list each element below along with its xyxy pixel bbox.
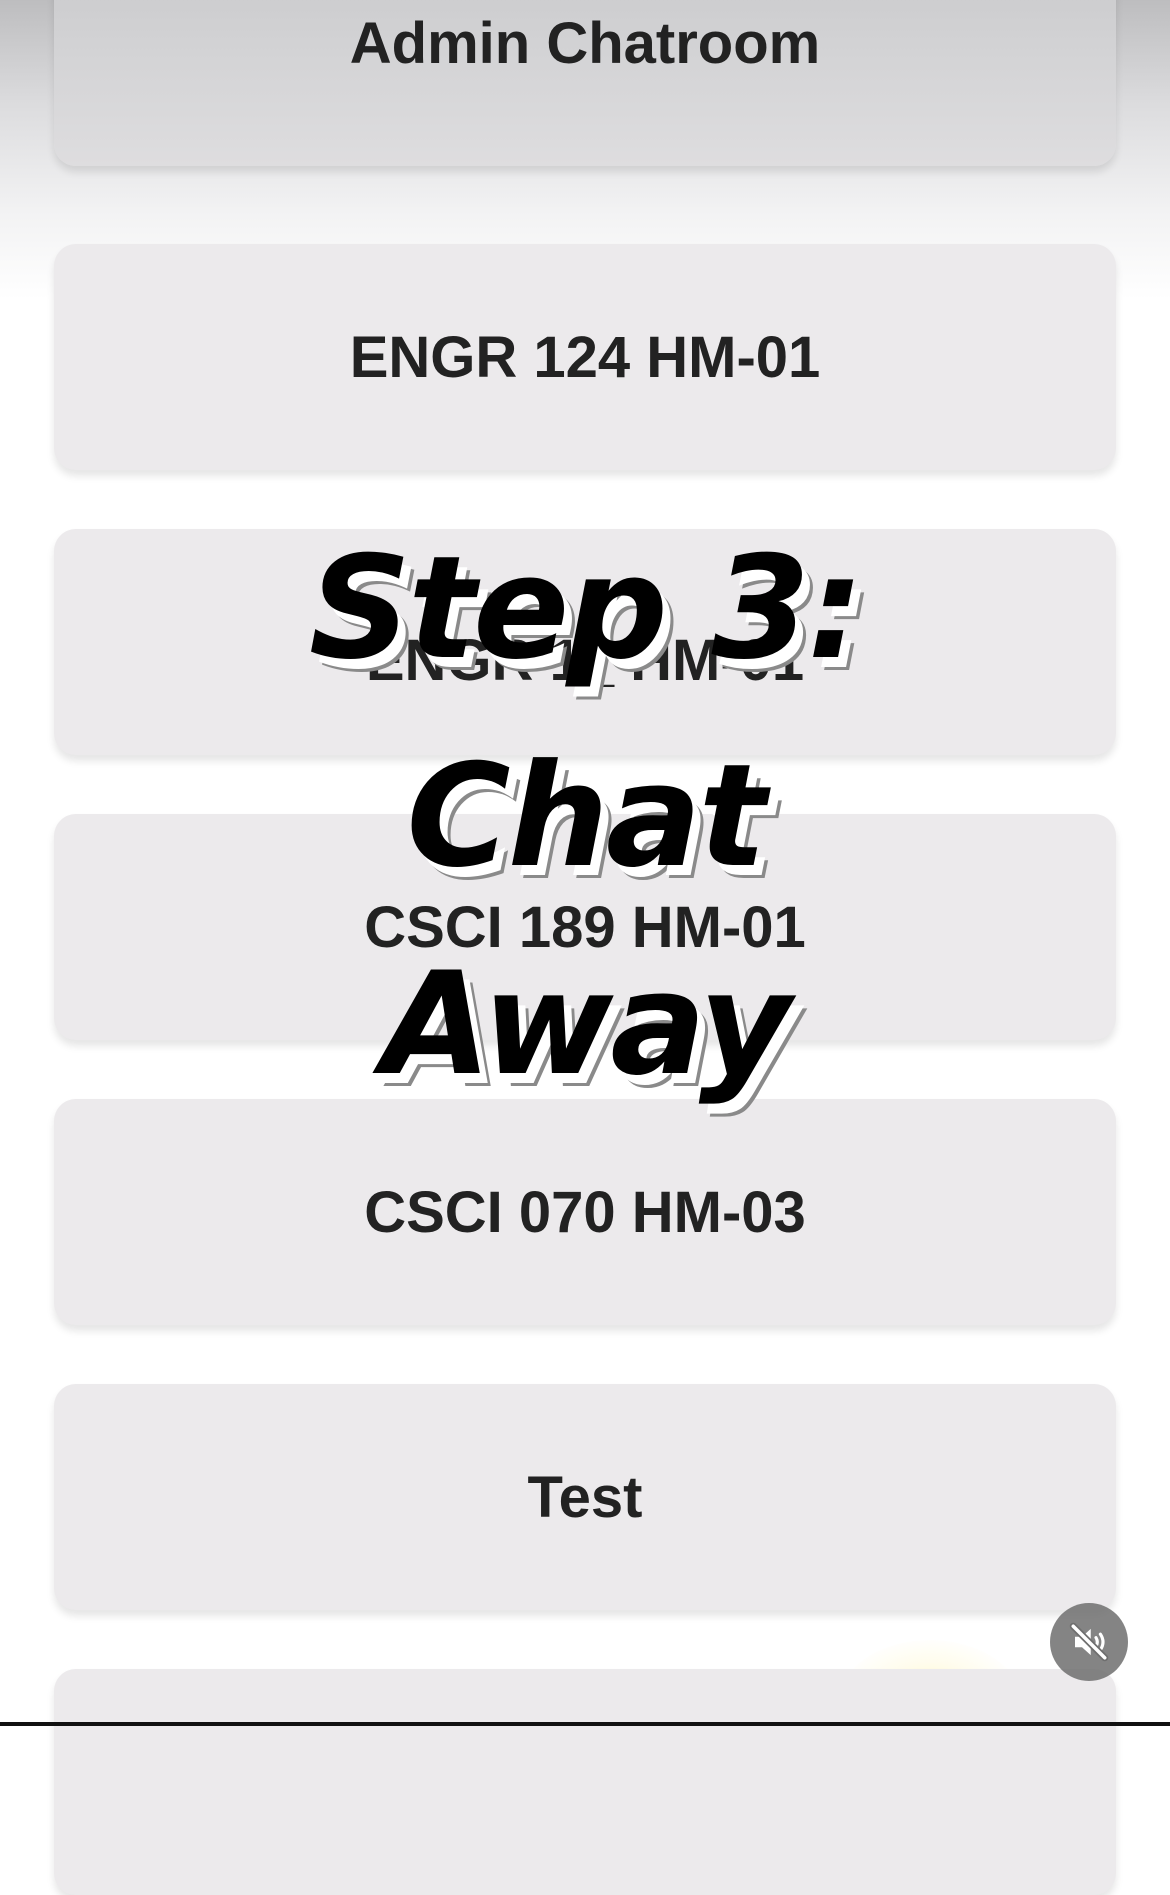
speaker-muted-icon xyxy=(1069,1622,1109,1662)
step-caption-overlay: Step 3: Chat Away xyxy=(0,505,1170,1129)
chatroom-label: CSCI 070 HM-03 xyxy=(364,1179,806,1245)
step-caption-line-3: Away xyxy=(381,942,792,1107)
step-caption-line-2: Chat xyxy=(406,734,766,899)
step-caption-line-1: Step 3: xyxy=(308,526,864,691)
mute-toggle-button[interactable] xyxy=(1050,1603,1128,1681)
chatroom-item-engr124[interactable]: ENGR 124 HM-01 xyxy=(54,244,1116,470)
chatroom-label: Test xyxy=(527,1464,643,1530)
bottom-edge-bar xyxy=(0,1722,1170,1726)
chatroom-item-admin[interactable]: Admin Chatroom xyxy=(54,0,1116,166)
chatroom-label: Admin Chatroom xyxy=(349,10,821,76)
chatroom-item-csci070[interactable]: CSCI 070 HM-03 xyxy=(54,1099,1116,1325)
chatroom-item-test[interactable]: Test xyxy=(54,1384,1116,1610)
chatroom-item-partial[interactable] xyxy=(54,1669,1116,1895)
chatroom-label: ENGR 124 HM-01 xyxy=(349,324,821,390)
